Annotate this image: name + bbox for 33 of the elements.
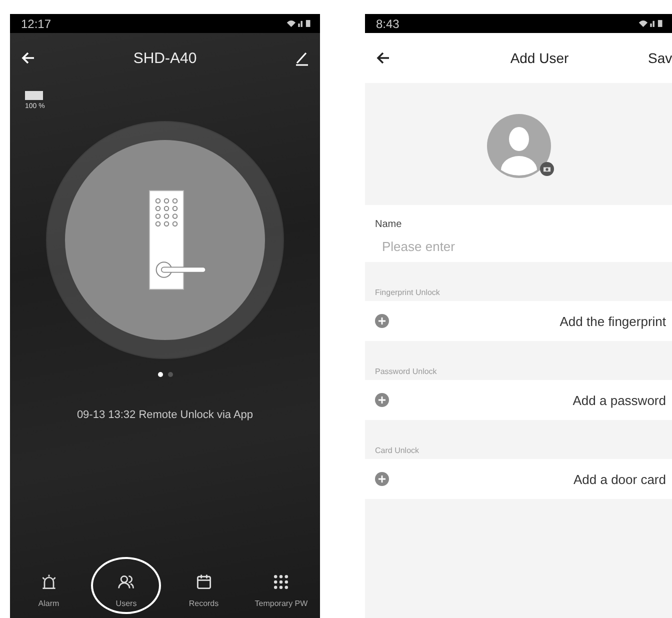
back-arrow-icon[interactable] <box>20 50 36 66</box>
keypad-icon <box>272 573 290 591</box>
add-method-row[interactable]: Add the fingerprint <box>365 301 672 341</box>
save-link[interactable]: Sav <box>648 50 672 66</box>
last-event-text: 09-13 13:32 Remote Unlock via App <box>76 409 254 421</box>
section-heading: Password Unlock <box>374 366 438 378</box>
users-icon <box>117 573 136 591</box>
battery-icon <box>25 91 43 100</box>
person-silhouette-icon <box>486 114 550 178</box>
section-heading: Fingerprint Unlock <box>374 287 441 299</box>
camera-icon[interactable] <box>540 162 554 176</box>
back-arrow-icon[interactable] <box>375 50 391 66</box>
section-heading: Card Unlock <box>374 445 420 457</box>
add-plus-icon <box>375 472 389 486</box>
add-plus-icon <box>375 314 389 328</box>
status-time: 8:43 <box>376 16 400 30</box>
alarm-light-icon <box>40 573 58 591</box>
status-icons <box>638 19 664 28</box>
add-method-row[interactable]: Add a door card <box>365 459 672 499</box>
add-plus-icon <box>375 393 389 407</box>
nav-tab[interactable]: Users <box>91 557 162 614</box>
add-method-row[interactable]: Add a password <box>365 380 672 420</box>
status-time: 12:17 <box>21 16 52 30</box>
calendar-icon <box>194 573 213 591</box>
nav-tab[interactable]: Records <box>168 557 239 614</box>
nav-tab[interactable]: Alarm <box>14 557 84 614</box>
name-label: Name <box>365 205 672 236</box>
device-title: SHD-A40 <box>133 50 197 66</box>
edit-pen-icon[interactable] <box>294 50 310 66</box>
screen-title: Add User <box>509 50 570 66</box>
name-input-field[interactable]: Please enter <box>365 236 672 262</box>
nav-tab[interactable]: Temporary PW <box>246 557 316 614</box>
status-icons <box>286 19 312 28</box>
